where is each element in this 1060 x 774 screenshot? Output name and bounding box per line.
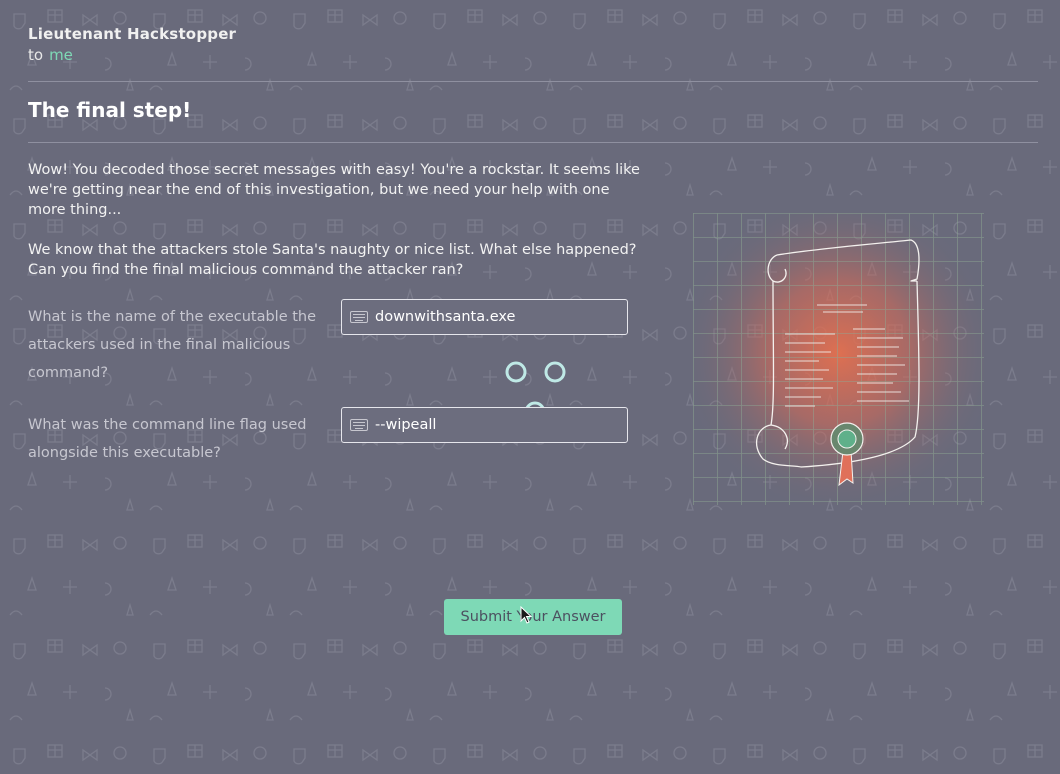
title-divider (28, 142, 1038, 143)
recipient-line: to me (28, 46, 236, 64)
email-title: The final step! (28, 98, 192, 122)
question-executable-label: What is the name of the executable the a… (28, 309, 317, 381)
recipient-name: me (49, 46, 73, 64)
flag-input[interactable] (375, 417, 615, 433)
body-paragraph: Wow! You decoded those secret messages w… (28, 162, 640, 218)
email-header: Lieutenant Hackstopper to me (28, 25, 236, 64)
executable-input[interactable] (375, 309, 615, 325)
mouse-cursor-icon (520, 606, 533, 624)
header-divider (28, 81, 1038, 82)
body-paragraph: We know that the attackers stole Santa's… (28, 242, 637, 278)
email-body: Wow! You decoded those secret messages w… (28, 160, 648, 300)
sender-name: Lieutenant Hackstopper (28, 25, 237, 43)
answer-field-executable[interactable] (341, 299, 628, 335)
to-label: to (28, 46, 44, 64)
answer-field-flag[interactable] (341, 407, 628, 443)
scroll-icon (693, 213, 984, 505)
keyboard-icon (350, 311, 368, 323)
question-flag-label: What was the command line flag used alon… (28, 417, 307, 461)
keyboard-icon (350, 419, 368, 431)
